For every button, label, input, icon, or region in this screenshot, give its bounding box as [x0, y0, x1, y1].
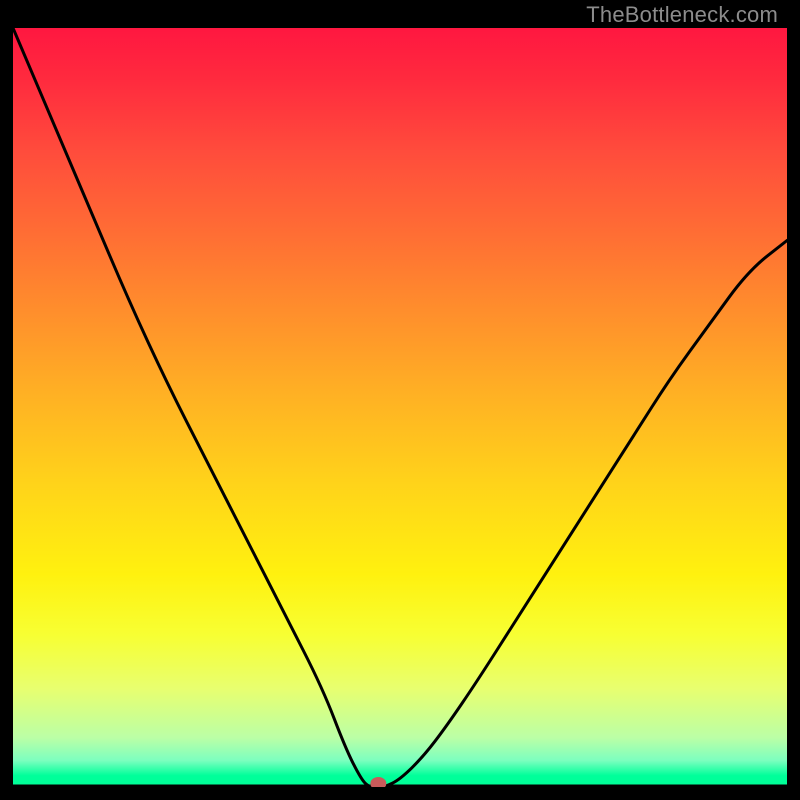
right-border [787, 0, 800, 800]
watermark: TheBottleneck.com [586, 2, 778, 28]
plot-svg [13, 28, 787, 787]
bottleneck-curve [13, 28, 787, 787]
left-border [0, 0, 13, 800]
plot-area [13, 28, 787, 787]
bottom-border [0, 787, 800, 800]
optimum-marker [370, 777, 386, 787]
chart-container: TheBottleneck.com [0, 0, 800, 800]
